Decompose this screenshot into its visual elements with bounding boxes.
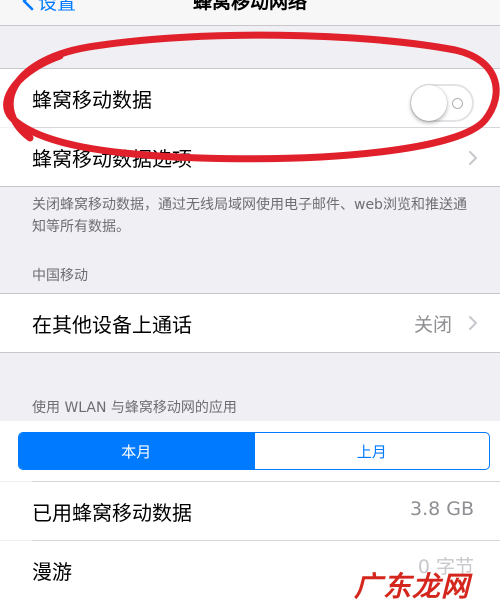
used-cellular-data-row: 已用蜂窝移动数据 3.8 GB xyxy=(0,482,500,540)
carrier-section-header: 中国移动 xyxy=(32,268,88,284)
toggle-off-indicator-icon xyxy=(452,98,463,109)
cellular-data-footer: 关闭蜂窝移动数据，通过无线局域网使用电子邮件、web浏览和推送通知等所有数据。 xyxy=(32,197,467,235)
page-title: 蜂窝移动网络 xyxy=(192,0,307,13)
cellular-settings-screen: 设置 蜂窝移动网络 蜂窝移动数据 蜂窝移动数据选项 关闭蜂窝移动数据，通过无线局… xyxy=(0,0,500,609)
usage-section-header: 使用 WLAN 与蜂窝移动网的应用 xyxy=(32,400,237,416)
toggle-knob xyxy=(411,85,447,121)
cellular-data-row: 蜂窝移动数据 xyxy=(0,69,500,127)
cellular-data-label: 蜂窝移动数据 xyxy=(32,87,152,112)
roaming-label: 漫游 xyxy=(32,559,72,584)
watermark-logo: 广东龙网 xyxy=(353,570,470,603)
calls-on-other-devices-value: 关闭 xyxy=(413,314,452,336)
chevron-right-icon xyxy=(469,151,477,165)
used-cellular-data-value: 3.8 GB xyxy=(409,498,474,520)
period-segmented-control: 本月 上月 xyxy=(18,432,490,470)
cellular-data-options-label: 蜂窝移动数据选项 xyxy=(32,146,192,171)
used-cellular-data-label: 已用蜂窝移动数据 xyxy=(32,500,192,525)
divider xyxy=(0,352,500,353)
segment-this-month[interactable]: 本月 xyxy=(19,433,254,469)
cellular-data-toggle[interactable] xyxy=(410,84,474,122)
chevron-right-icon xyxy=(469,316,477,330)
calls-on-other-devices-row[interactable]: 在其他设备上通话 关闭 xyxy=(0,294,500,352)
navigation-bar: 设置 蜂窝移动网络 xyxy=(0,0,500,26)
segment-last-month[interactable]: 上月 xyxy=(253,433,490,469)
divider xyxy=(0,186,500,187)
calls-on-other-devices-label: 在其他设备上通话 xyxy=(32,312,192,337)
cellular-data-options-row[interactable]: 蜂窝移动数据选项 xyxy=(0,128,500,186)
